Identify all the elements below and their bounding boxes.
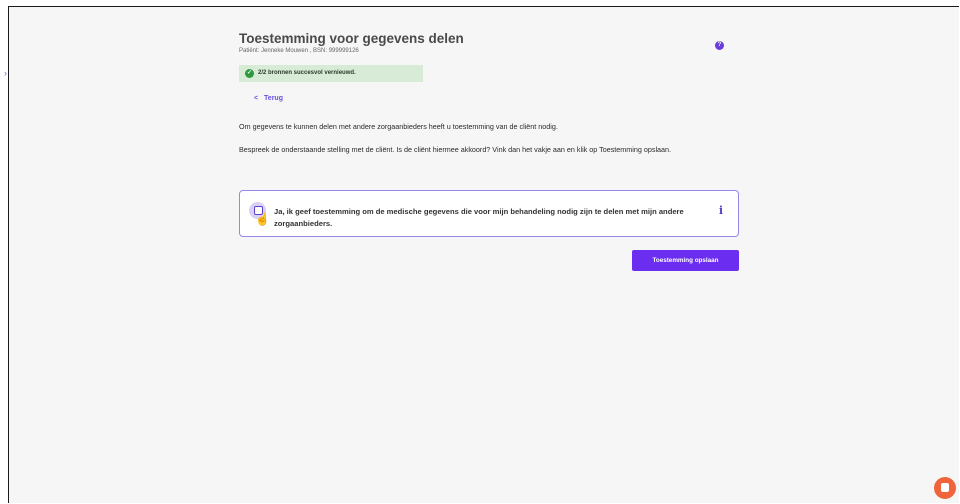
check-circle-icon: ✓ — [245, 69, 254, 78]
hand-pointer-icon: ☝ — [255, 212, 270, 226]
sidebar-toggle-icon[interactable]: › — [4, 68, 14, 78]
intro-paragraph: Om gegevens te kunnen delen met andere z… — [239, 122, 558, 131]
back-link[interactable]: < Terug — [254, 95, 283, 102]
consent-label[interactable]: Ja, ik geef toestemming om de medische g… — [274, 206, 704, 229]
save-consent-button[interactable]: Toestemming opslaan — [632, 250, 739, 271]
help-icon[interactable]: ? — [715, 41, 724, 50]
info-icon[interactable]: i — [719, 204, 723, 217]
chat-icon[interactable] — [934, 477, 956, 499]
app-frame — [8, 6, 959, 503]
success-banner-text: 2/2 bronnen succesvol vernieuwd. — [258, 70, 356, 76]
chevron-left-icon: < — [254, 95, 259, 102]
instruction-paragraph: Bespreek de onderstaande stelling met de… — [239, 145, 672, 154]
patient-info: Patiënt: Jenneke Mouwen , BSN: 999999126 — [239, 48, 359, 54]
page-title: Toestemming voor gegevens delen — [239, 31, 464, 46]
back-label: Terug — [264, 95, 283, 102]
consent-card: ☝ Ja, ik geef toestemming om de medische… — [239, 190, 739, 237]
chat-bubble-icon — [941, 483, 949, 492]
success-banner: ✓ 2/2 bronnen succesvol vernieuwd. — [239, 65, 423, 82]
